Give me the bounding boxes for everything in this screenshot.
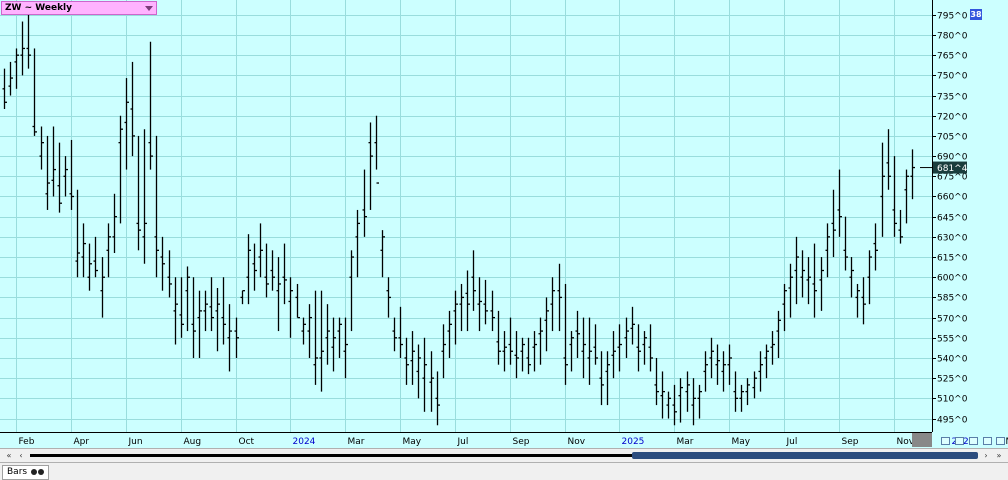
nav-prev-icon[interactable] — [955, 437, 964, 445]
scroll-left-fast-icon[interactable]: « — [3, 450, 15, 461]
price-tick-label: 645^0 — [937, 214, 968, 224]
time-tick-label: Feb — [19, 437, 35, 447]
scroll-right-fast-icon[interactable]: » — [993, 450, 1005, 461]
time-tick-label: Oct — [239, 437, 255, 447]
price-tick-label: 750^0 — [937, 72, 968, 82]
price-tick-label: 795^0 — [937, 12, 968, 22]
nav-first-icon[interactable] — [941, 437, 950, 445]
time-tick-label: 2024 — [293, 437, 316, 447]
last-price-label: 681^4 — [937, 164, 968, 174]
price-tick-label: 570^0 — [937, 315, 968, 325]
nav-zoom-icon[interactable] — [996, 437, 1005, 445]
scroll-left-icon[interactable]: ‹ — [15, 450, 27, 461]
price-tick-label: 585^0 — [937, 294, 968, 304]
time-tick-label: Aug — [184, 437, 202, 447]
symbol-label: ZW ~ Weekly — [5, 3, 73, 13]
study-count-badge[interactable]: 38 — [970, 9, 982, 20]
time-tick-label: Jun — [128, 437, 143, 447]
dropdown-arrow-icon[interactable] — [145, 6, 153, 11]
chart-tabs: Bars — [0, 462, 1008, 480]
time-axis-cursor — [912, 433, 932, 447]
scroll-thumb[interactable] — [632, 452, 978, 459]
chart-area[interactable]: 495^0 510^0 525^0 540^0 555^0 570^0 585^0 600^0… — [0, 0, 1008, 448]
price-tick-label: 615^0 — [937, 254, 968, 264]
price-tick-label: 705^0 — [937, 133, 968, 143]
price-tick-label: 780^0 — [937, 32, 968, 42]
price-tick-label: 765^0 — [937, 52, 968, 62]
price-tick-label: 540^0 — [937, 355, 968, 365]
price-tick-label: 690^0 — [937, 153, 968, 163]
time-tick-label: Nov — [568, 437, 586, 447]
price-tick-label: 630^0 — [937, 234, 968, 244]
time-tick-label: Jul — [457, 437, 469, 447]
price-tick-label: 555^0 — [937, 335, 968, 345]
tab-bars[interactable]: Bars — [2, 465, 49, 480]
time-tick-label: Mar — [348, 437, 365, 447]
tab-dot-icon — [37, 469, 44, 475]
price-tick-label: 720^0 — [937, 113, 968, 123]
time-tick-label: 2025 — [622, 437, 645, 447]
symbol-selector[interactable]: ZW ~ Weekly — [1, 1, 157, 15]
price-tick-label: 495^0 — [937, 416, 968, 426]
time-tick-label: Sep — [842, 437, 859, 447]
tab-dot-icon — [30, 469, 37, 475]
nav-forward-icon[interactable] — [983, 437, 992, 445]
ohlc-chart[interactable]: 495^0 510^0 525^0 540^0 555^0 570^0 585^0 600^0… — [0, 0, 1008, 448]
time-tick-label: Apr — [74, 437, 90, 447]
time-tick-label: Sep — [513, 437, 530, 447]
time-tick-label: Mar — [677, 437, 694, 447]
time-tick-label: May — [403, 437, 422, 447]
price-tick-label: 510^0 — [937, 395, 968, 405]
nav-back-icon[interactable] — [969, 437, 978, 445]
price-tick-label: 600^0 — [937, 274, 968, 284]
price-tick-label: 525^0 — [937, 375, 968, 385]
tab-bars-label: Bars — [7, 467, 28, 477]
time-tick-label: Jul — [786, 437, 798, 447]
horizontal-scrollbar[interactable]: « ‹ › » — [0, 448, 1008, 462]
price-tick-label: 735^0 — [937, 93, 968, 103]
price-tick-label: 660^0 — [937, 193, 968, 203]
time-tick-label: May — [732, 437, 751, 447]
scroll-right-icon[interactable]: › — [980, 450, 992, 461]
